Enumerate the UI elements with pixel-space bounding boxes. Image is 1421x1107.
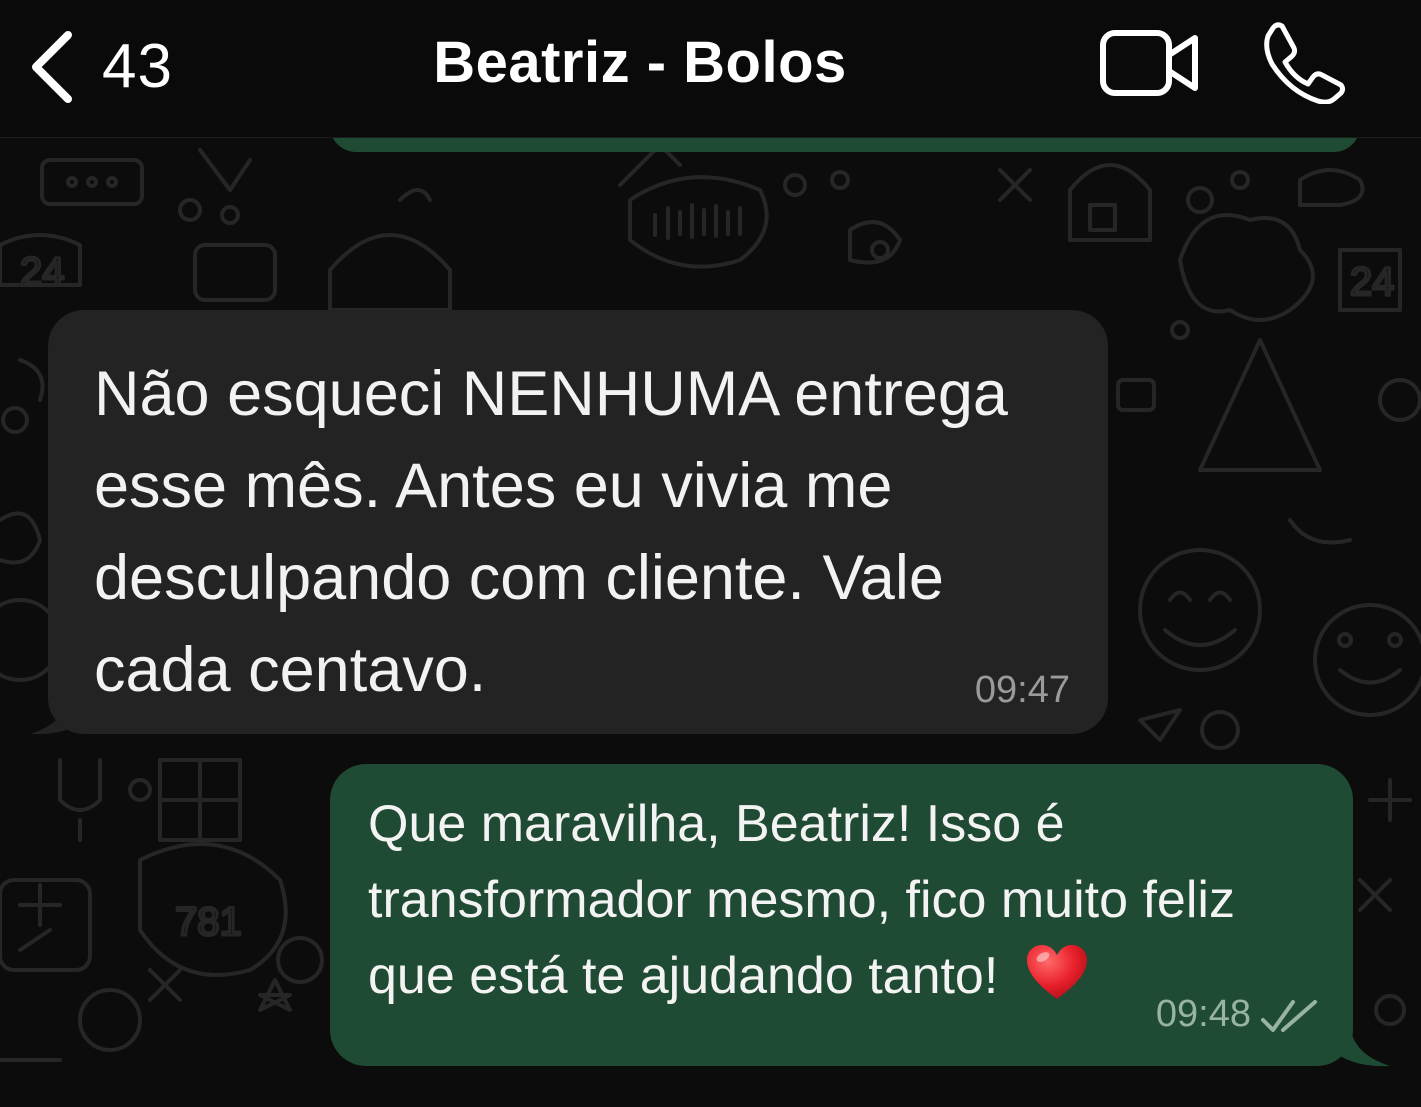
message-time: 09:47: [974, 669, 1070, 711]
back-button[interactable]: 43: [28, 22, 198, 112]
chevron-left-icon: [32, 31, 72, 103]
message-text: Não esqueci NENHUMA entrega esse mês. An…: [94, 359, 1008, 705]
outgoing-message[interactable]: Que maravilha, Beatriz! Isso é transform…: [330, 764, 1353, 1066]
svg-text:781: 781: [175, 900, 242, 944]
unread-count: 43: [102, 32, 173, 101]
contact-name[interactable]: Beatriz - Bolos: [340, 34, 940, 92]
message-time: 09:48: [1155, 993, 1251, 1035]
message-text: Que maravilha, Beatriz! Isso é transform…: [368, 786, 1328, 1014]
red-heart-icon: [1026, 945, 1087, 999]
double-check-icon: [1261, 1000, 1317, 1032]
chat-header: 43 Beatriz - Bolos: [0, 0, 1421, 138]
heart-emoji: [1025, 943, 1089, 1001]
phone-icon: [1264, 22, 1345, 105]
incoming-message[interactable]: Não esqueci NENHUMA entrega esse mês. An…: [48, 310, 1108, 734]
svg-text:24: 24: [20, 250, 65, 294]
message-body: Que maravilha, Beatriz! Isso é transform…: [368, 795, 1235, 1005]
video-call-button[interactable]: [1098, 28, 1202, 98]
video-camera-icon: [1100, 30, 1198, 96]
chat-screen: 24 24 781 43 Beatriz - Bolos Não esqueci…: [0, 0, 1421, 1107]
voice-call-button[interactable]: [1262, 22, 1346, 105]
svg-text:24: 24: [1350, 260, 1395, 304]
